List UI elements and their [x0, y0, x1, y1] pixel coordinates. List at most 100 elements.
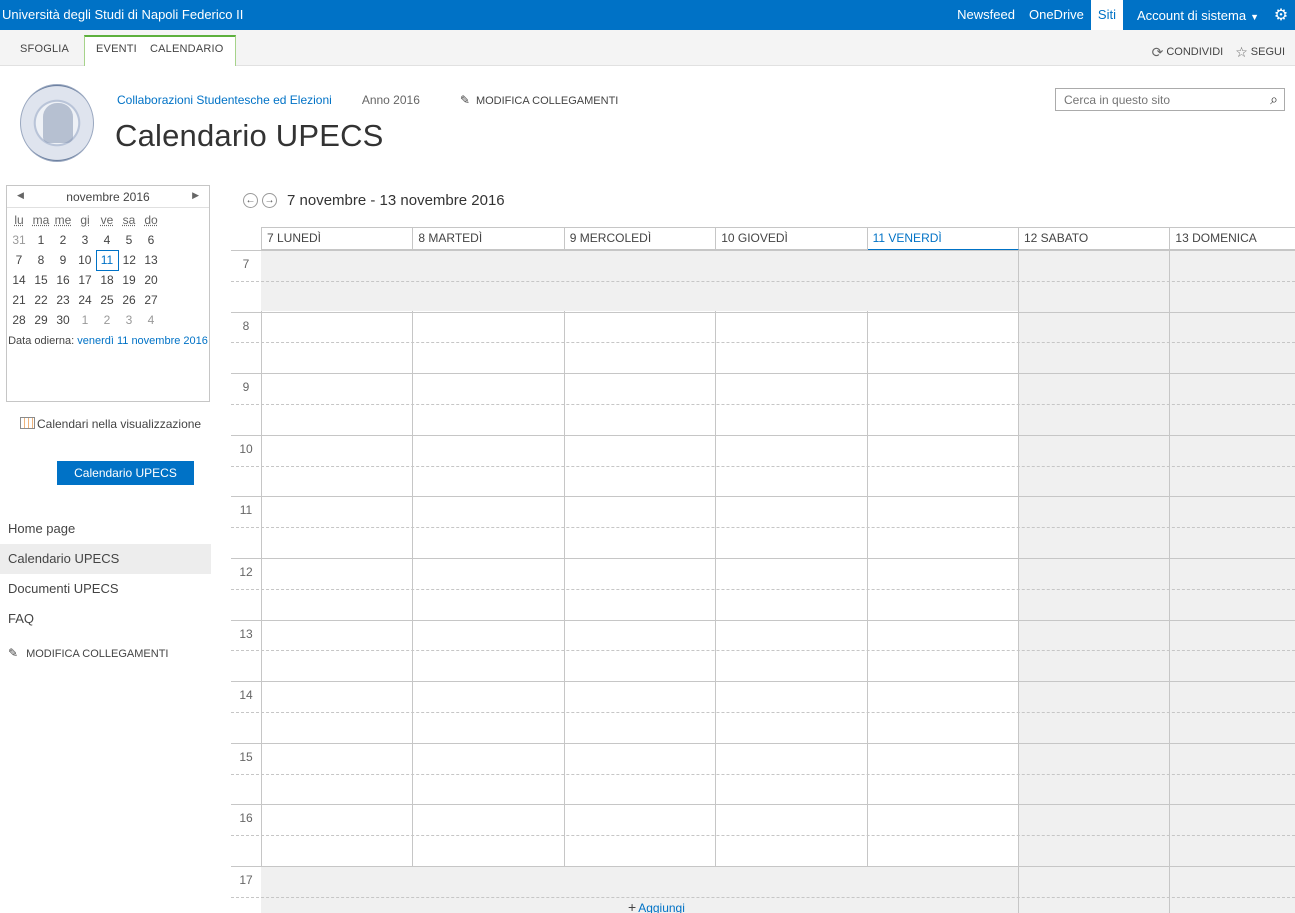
date-picker-day[interactable]: 4	[140, 310, 162, 330]
date-picker-day[interactable]: 15	[30, 270, 52, 290]
date-picker-day[interactable]: 2	[96, 310, 118, 330]
calendars-in-view-label: Calendari nella visualizzazione	[37, 417, 202, 431]
anno-link[interactable]: Anno 2016	[362, 93, 420, 107]
university-logo[interactable]	[20, 84, 94, 162]
date-picker-day[interactable]: 12	[118, 250, 140, 270]
share-icon: ⟳	[1151, 44, 1164, 60]
date-picker-day[interactable]: 30	[52, 310, 74, 330]
date-picker-day[interactable]: 5	[118, 230, 140, 250]
date-picker-day[interactable]: 31	[8, 230, 30, 250]
day-header[interactable]: 13 DOMENICA	[1170, 227, 1295, 250]
half-hour-line	[231, 527, 1295, 529]
nav-item-home[interactable]: Home page	[0, 514, 211, 544]
newsfeed-link[interactable]: Newsfeed	[950, 0, 1022, 30]
hour-label: 13	[239, 626, 253, 641]
nav-item-faq[interactable]: FAQ	[0, 604, 211, 634]
day-column[interactable]	[1019, 250, 1171, 913]
nav-item-calendario-upecs[interactable]: Calendario UPECS	[0, 544, 211, 574]
tab-sfoglia[interactable]: SFOGLIA	[20, 35, 69, 66]
day-header[interactable]: 8 MARTEDÌ	[413, 227, 565, 250]
date-picker-day[interactable]: 10	[74, 250, 96, 270]
day-header[interactable]: 7 LUNEDÌ	[262, 227, 414, 250]
siti-link[interactable]: Siti	[1090, 0, 1123, 30]
share-button[interactable]: ⟳ CONDIVIDI	[1152, 44, 1224, 61]
date-picker-day[interactable]: 27	[140, 290, 162, 310]
half-hour-line	[231, 773, 1295, 775]
previous-week-icon[interactable]: ←	[243, 193, 258, 208]
hour-label: 16	[239, 811, 253, 826]
tab-calendario[interactable]: CALENDARIO	[150, 35, 224, 66]
date-picker-day[interactable]: 13	[140, 250, 162, 270]
follow-label: SEGUI	[1250, 46, 1285, 58]
calendar-upecs-button[interactable]: Calendario UPECS	[57, 461, 194, 485]
day-header[interactable]: 10 GIOVEDÌ	[716, 227, 868, 250]
date-picker-day[interactable]: 28	[8, 310, 30, 330]
edit-links-button[interactable]: ✎ MODIFICA COLLEGAMENTI	[460, 93, 618, 107]
weekday-header: sa	[122, 213, 136, 227]
hour-label: 8	[242, 318, 250, 333]
date-picker-day[interactable]: 25	[96, 290, 118, 310]
day-column[interactable]	[413, 250, 565, 913]
date-picker-day[interactable]: 8	[30, 250, 52, 270]
hour-label: 9	[242, 380, 250, 395]
site-link[interactable]: Collaborazioni Studentesche ed Elezioni	[117, 93, 332, 107]
day-column[interactable]	[868, 250, 1019, 913]
date-picker-day[interactable]: 11	[95, 249, 119, 271]
follow-button[interactable]: ☆ SEGUI	[1235, 44, 1285, 61]
nav-item-documenti-upecs[interactable]: Documenti UPECS	[0, 574, 211, 604]
search-icon[interactable]: ⌕	[1270, 91, 1278, 108]
today-line: Data odierna: venerdì 11 novembre 2016	[7, 334, 209, 349]
date-picker-day[interactable]: 6	[140, 230, 162, 250]
date-picker-day[interactable]: 26	[118, 290, 140, 310]
date-picker-day[interactable]: 2	[52, 230, 74, 250]
week-navigation: ← → 7 novembre - 13 novembre 2016	[243, 192, 505, 209]
date-picker-day[interactable]: 21	[8, 290, 30, 310]
date-picker-day[interactable]: 14	[8, 270, 30, 290]
search-input[interactable]	[1056, 89, 1252, 110]
half-hour-line	[231, 588, 1295, 590]
hour-line	[231, 311, 1295, 313]
date-picker-day[interactable]: 29	[30, 310, 52, 330]
gear-icon[interactable]: ⚙	[1267, 5, 1295, 25]
day-column[interactable]	[716, 250, 868, 913]
next-week-icon[interactable]: →	[262, 193, 277, 208]
date-picker-day[interactable]: 22	[30, 290, 52, 310]
next-month-icon[interactable]: ▶	[192, 190, 199, 201]
date-picker-day[interactable]: 24	[74, 290, 96, 310]
date-picker-day[interactable]: 4	[96, 230, 118, 250]
date-picker-header: ◀ novembre 2016 ▶	[7, 186, 209, 208]
day-header[interactable]: 12 SABATO	[1019, 227, 1171, 250]
weekday-header: lu	[14, 213, 24, 227]
date-picker-day[interactable]: 9	[52, 250, 74, 270]
tab-eventi[interactable]: EVENTI	[96, 35, 137, 66]
search-box: ⌕	[1055, 88, 1285, 111]
date-picker-day[interactable]: 3	[118, 310, 140, 330]
nav-edit-links-button[interactable]: ✎ MODIFICA COLLEGAMENTI	[0, 646, 211, 660]
date-picker-day[interactable]: 1	[74, 310, 96, 330]
date-picker-day[interactable]: 7	[8, 250, 30, 270]
date-picker-day[interactable]: 3	[74, 230, 96, 250]
date-picker-day[interactable]: 20	[140, 270, 162, 290]
add-event-label: Aggiungi	[638, 901, 685, 913]
date-picker-day[interactable]: 1	[30, 230, 52, 250]
date-picker-day[interactable]: 19	[118, 270, 140, 290]
account-menu[interactable]: Account di sistema ▼	[1137, 8, 1259, 23]
brand-title[interactable]: Università degli Studi di Napoli Federic…	[2, 7, 243, 22]
day-column[interactable]	[1170, 250, 1295, 913]
date-picker-day[interactable]: 16	[52, 270, 74, 290]
day-column[interactable]	[565, 250, 717, 913]
weekday-header: me	[54, 213, 72, 227]
date-picker-day[interactable]: 23	[52, 290, 74, 310]
hour-label: 7	[242, 257, 250, 271]
add-event-link[interactable]: + Aggiungi	[628, 899, 685, 913]
hour-line	[231, 681, 1295, 683]
date-picker-day[interactable]: 18	[96, 270, 118, 290]
hour-line	[231, 250, 1295, 251]
date-picker-day[interactable]: 17	[74, 270, 96, 290]
onedrive-link[interactable]: OneDrive	[1022, 0, 1091, 30]
today-link[interactable]: venerdì 11 novembre 2016	[77, 335, 208, 347]
day-header[interactable]: 9 MERCOLEDÌ	[564, 227, 717, 250]
day-header[interactable]: 11 VENERDÌ	[867, 227, 1019, 250]
day-column[interactable]	[262, 250, 414, 913]
weekday-header: ve	[100, 213, 114, 227]
